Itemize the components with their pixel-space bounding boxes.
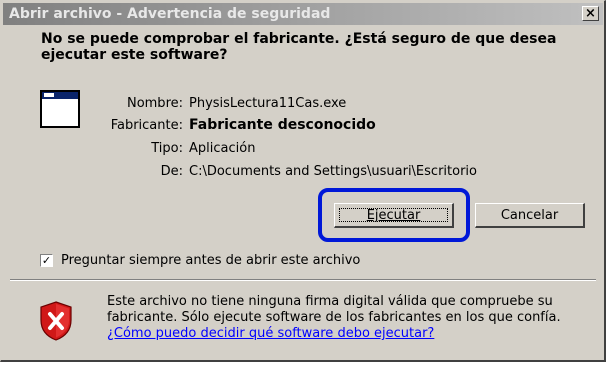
title-bar[interactable]: Abrir archivo - Advertencia de seguridad… xyxy=(3,3,603,25)
name-label: Nombre: xyxy=(126,96,183,111)
warning-question: No se puede comprobar el fabricante. ¿Es… xyxy=(41,31,557,63)
name-value: PhysisLectura11Cas.exe xyxy=(189,96,347,111)
security-shield-icon xyxy=(40,301,72,341)
publisher-label: Fabricante: xyxy=(110,118,183,133)
cancel-button-label: Cancelar xyxy=(500,208,559,223)
always-ask-label[interactable]: Preguntar siempre antes de abrir este ar… xyxy=(61,253,360,268)
run-button[interactable]: Ejecutar xyxy=(334,203,454,228)
focus-ring xyxy=(339,208,448,222)
from-label: De: xyxy=(160,164,183,179)
type-label: Tipo: xyxy=(151,141,183,156)
close-button[interactable]: × xyxy=(582,6,599,21)
from-value: C:\Documents and Settings\usuari\Escrito… xyxy=(189,164,477,179)
dialog-title: Abrir archivo - Advertencia de seguridad xyxy=(9,6,331,22)
security-warning-dialog: Abrir archivo - Advertencia de seguridad… xyxy=(0,0,606,362)
always-ask-checkbox[interactable]: ✓ xyxy=(40,254,53,267)
publisher-value: Fabricante desconocido xyxy=(189,117,376,133)
separator xyxy=(10,279,596,281)
type-value: Aplicación xyxy=(189,141,256,156)
warning-text: Este archivo no tiene ninguna firma digi… xyxy=(107,294,561,325)
help-link[interactable]: ¿Cómo puedo decidir qué software debo ej… xyxy=(107,326,434,341)
cancel-button[interactable]: Cancelar xyxy=(475,203,585,228)
warning-text-block: Este archivo no tiene ninguna firma digi… xyxy=(107,294,587,342)
close-icon: × xyxy=(585,6,596,21)
check-mark-icon: ✓ xyxy=(41,254,52,267)
